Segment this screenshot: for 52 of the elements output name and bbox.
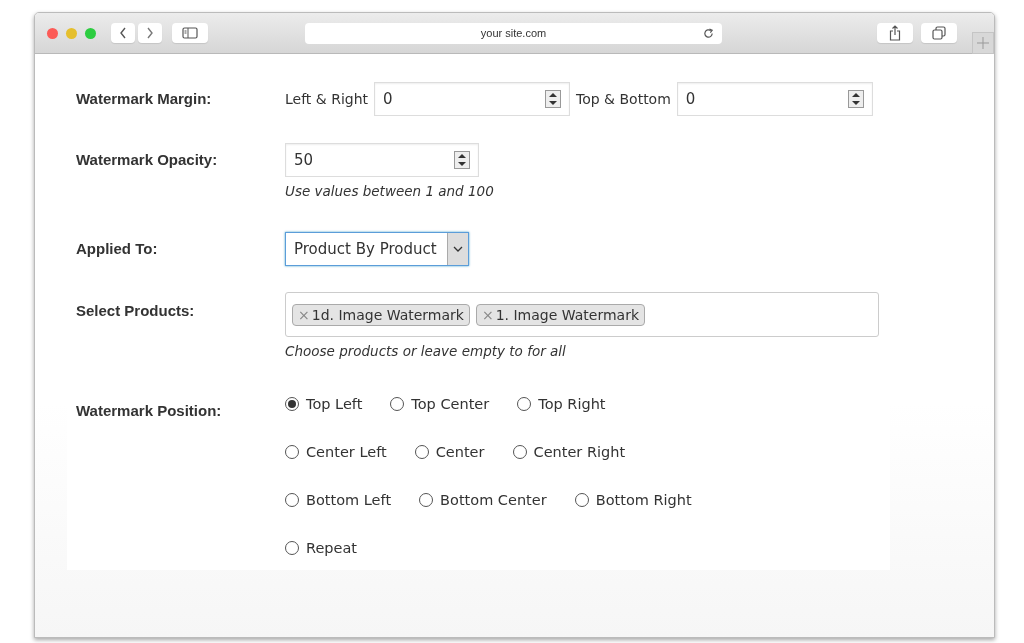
number-input[interactable]: 0 <box>676 82 873 116</box>
spinner-icon[interactable] <box>454 151 470 169</box>
radio-label[interactable]: Center Left <box>306 444 387 460</box>
radio-label[interactable]: Top Left <box>306 396 363 412</box>
product-tag[interactable]: ×1. Image Watermark <box>475 303 645 326</box>
radio-button[interactable] <box>285 397 299 411</box>
sidebar-icon <box>182 27 198 39</box>
share-button[interactable] <box>877 23 913 43</box>
chevron-right-icon <box>145 26 155 40</box>
radio-label[interactable]: Bottom Center <box>440 492 547 508</box>
radio-button[interactable] <box>390 397 405 411</box>
back-button[interactable] <box>111 23 135 43</box>
tabs-icon <box>932 26 946 40</box>
radio-button[interactable] <box>414 445 429 459</box>
field-label: Select Products: <box>76 301 196 319</box>
plus-icon <box>977 37 989 49</box>
radio-button[interactable] <box>285 445 299 459</box>
field-label: Watermark Opacity: <box>76 150 219 168</box>
number-input[interactable]: 50 <box>285 143 479 177</box>
radio-label[interactable]: Bottom Right <box>595 492 692 508</box>
chevron-left-icon <box>118 26 128 40</box>
radio-label[interactable]: Top Center <box>411 396 490 412</box>
field-label: Watermark Margin: <box>76 89 213 107</box>
product-multiselect[interactable]: ×1d. Image Watermark ×1. Image Watermark <box>285 292 879 337</box>
forward-button[interactable] <box>138 23 162 43</box>
radio-button[interactable] <box>285 493 299 507</box>
field-label: Left & Right <box>285 91 369 107</box>
radio-button[interactable] <box>574 493 589 507</box>
share-icon <box>889 25 901 41</box>
field-label: Watermark Position: <box>76 401 223 419</box>
product-tag[interactable]: ×1d. Image Watermark <box>292 303 470 326</box>
radio-button[interactable] <box>285 541 299 555</box>
tabs-button[interactable] <box>921 23 957 43</box>
radio-label[interactable]: Center Right <box>533 444 626 460</box>
radio-label[interactable]: Top Right <box>538 396 606 412</box>
sidebar-button[interactable] <box>172 23 208 43</box>
reload-icon[interactable] <box>703 27 714 39</box>
radio-button[interactable] <box>419 493 434 507</box>
help-text: Use values between 1 and 100 <box>285 183 494 199</box>
spinner-icon[interactable] <box>545 90 562 108</box>
help-text: Choose products or leave empty to for all <box>285 343 567 359</box>
field-label: Top & Bottom <box>576 91 671 107</box>
radio-button[interactable] <box>512 445 527 459</box>
radio-button[interactable] <box>517 397 532 411</box>
radio-label[interactable]: Center <box>435 444 485 460</box>
spinner-icon[interactable] <box>847 90 864 108</box>
number-input[interactable]: 0 <box>374 82 571 116</box>
select-dropdown[interactable]: Product By Product <box>285 232 469 266</box>
radio-label[interactable]: Repeat <box>306 540 358 556</box>
address-bar[interactable]: your site.com <box>305 22 722 44</box>
field-label: Applied To: <box>76 239 159 257</box>
radio-label[interactable]: Bottom Left <box>306 492 392 508</box>
